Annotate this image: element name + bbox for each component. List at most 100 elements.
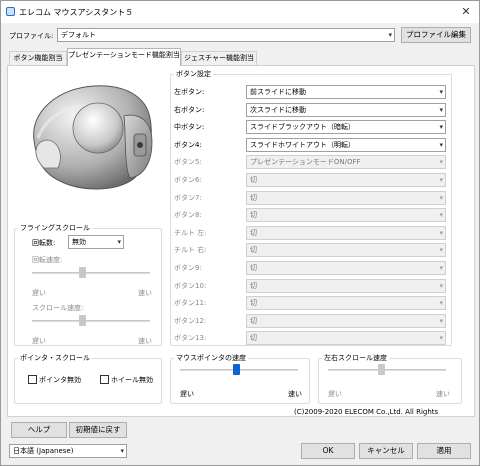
chevron-down-icon: ▾ [439, 158, 443, 167]
chevron-down-icon: ▾ [439, 88, 443, 96]
button-assignment-value: 切 [250, 228, 257, 237]
chevron-down-icon: ▾ [439, 228, 443, 237]
button-assignment-select: 切 ▾ [246, 278, 446, 293]
button-assignment-value: 切 [250, 193, 257, 202]
button-assignment-value: スライドホワイトアウト（明転） [250, 140, 355, 149]
app-icon [6, 7, 15, 16]
title-bar: エレコム マウスアシスタント５ ✕ [1, 1, 479, 23]
chevron-down-icon: ▾ [388, 31, 392, 39]
tab-presentation-mode[interactable]: プレゼンテーションモード機能割当 [67, 48, 181, 66]
chevron-down-icon: ▾ [439, 140, 443, 149]
button-assignment-select: 切 ▾ [246, 261, 446, 275]
rotation-speed-track [32, 272, 150, 274]
chevron-down-icon: ▾ [439, 176, 443, 184]
flying-scroll-title: フライングスクロール [18, 223, 92, 233]
horizontal-scroll-track [328, 369, 446, 371]
chevron-down-icon: ▾ [439, 211, 443, 220]
reset-defaults-button[interactable]: 初期値に戻す [69, 422, 127, 438]
cancel-button[interactable]: キャンセル [359, 443, 413, 459]
copyright-text: (C)2009-2020 ELECOM Co.,Ltd. All Rights [294, 408, 439, 416]
scroll-speed-thumb[interactable] [79, 315, 86, 326]
horizontal-scroll-title: 左右スクロール速度 [322, 353, 389, 363]
button-row-label: ボタン8: [174, 211, 202, 220]
button-row-label: ボタン4: [174, 140, 202, 149]
button-assignment-value: 切 [250, 334, 257, 343]
apply-button[interactable]: 適用 [417, 443, 471, 459]
tab-gesture-assignment[interactable]: ジェスチャー機能割当 [181, 51, 257, 66]
chevron-down-icon: ▾ [439, 299, 443, 308]
tab-button-assignment[interactable]: ボタン機能割当 [9, 51, 67, 66]
rotation-speed-thumb[interactable] [79, 267, 86, 278]
wheel-disable-label: ホイール無効 [111, 376, 153, 384]
profile-edit-button[interactable]: プロファイル編集 [401, 27, 471, 43]
pointer-disable-label: ポインタ無効 [39, 376, 81, 384]
button-assignment-select: 切 ▾ [246, 313, 446, 328]
chevron-down-icon: ▾ [117, 238, 121, 246]
rotation-fast-label: 速い [138, 289, 152, 297]
tab-panel: ボタン設定 左ボタン: 前スライドに移動 ▾ 右ボタン: 次スライドに移動 ▾ 中ボタン: ス… [7, 65, 475, 417]
button-assignment-select: 切 ▾ [246, 243, 446, 258]
button-assignment-select[interactable]: スライドホワイトアウト（明転） ▾ [246, 137, 446, 152]
button-assignment-value: 次スライドに移動 [250, 105, 306, 114]
main-window: エレコム マウスアシスタント５ ✕ プロファイル: デフォルト ▾ プロファイル… [0, 0, 480, 466]
button-row-label: ボタン13: [174, 334, 207, 343]
button-row-label: ボタン11: [174, 299, 207, 308]
help-button[interactable]: ヘルプ [11, 422, 67, 438]
button-assignment-value: 切 [250, 246, 257, 255]
close-button[interactable]: ✕ [459, 5, 473, 19]
profile-value: デフォルト [61, 31, 96, 39]
button-settings-title: ボタン設定 [174, 69, 213, 79]
language-value: 日本語 (Japanese) [13, 447, 74, 455]
button-assignment-value: 切 [250, 299, 257, 308]
scroll-speed-track [32, 320, 150, 322]
chevron-down-icon: ▾ [439, 246, 443, 255]
button-row-label: ボタン12: [174, 316, 207, 325]
scroll-speed-label: スクロール速度: [32, 304, 84, 312]
pointer-speed-title: マウスポインタの速度 [174, 353, 248, 363]
button-assignment-value: 切 [250, 176, 257, 184]
button-assignment-value: 切 [250, 316, 257, 325]
button-assignment-value: スライドブラックアウト（暗転） [250, 123, 355, 132]
chevron-down-icon: ▾ [439, 123, 443, 132]
button-row-label: ボタン6: [174, 176, 202, 184]
chevron-down-icon: ▾ [120, 447, 124, 455]
pointer-speed-thumb[interactable] [233, 364, 240, 375]
ok-button[interactable]: OK [301, 443, 355, 459]
rotation-value: 無効 [72, 238, 86, 246]
button-assignment-select: 切 ▾ [246, 208, 446, 223]
button-assignment-select[interactable]: スライドブラックアウト（暗転） ▾ [246, 120, 446, 135]
rotation-speed-label: 回転速度: [32, 256, 63, 264]
rotation-label: 回転数: [32, 239, 56, 247]
button-assignment-select: 切 ▾ [246, 173, 446, 187]
rotation-select[interactable]: 無効 ▾ [68, 235, 124, 249]
horizontal-slow-label: 遅い [328, 390, 342, 398]
button-row-label: チルト 右: [174, 246, 207, 255]
horizontal-fast-label: 速い [436, 390, 450, 398]
button-assignment-value: 切 [250, 264, 257, 272]
button-assignment-value: 前スライドに移動 [250, 88, 306, 96]
button-assignment-select: 切 ▾ [246, 296, 446, 311]
profile-select[interactable]: デフォルト ▾ [57, 28, 395, 42]
button-assignment-select[interactable]: 前スライドに移動 ▾ [246, 85, 446, 99]
window-title: エレコム マウスアシスタント５ [19, 8, 134, 17]
horizontal-scroll-thumb[interactable] [378, 364, 385, 375]
rotation-slow-label: 遅い [32, 289, 46, 297]
scroll-fast-label: 速い [138, 337, 152, 345]
language-select[interactable]: 日本語 (Japanese) ▾ [9, 444, 127, 458]
chevron-down-icon: ▾ [439, 334, 443, 343]
mouse-illustration [33, 85, 153, 190]
button-row-label: 右ボタン: [174, 105, 205, 114]
button-assignment-select: 切 ▾ [246, 190, 446, 205]
pointer-disable-checkbox[interactable] [28, 375, 37, 384]
pointer-slow-label: 遅い [180, 390, 194, 398]
pointer-scroll-title: ポインタ・スクロール [18, 353, 92, 363]
button-assignment-select: 切 ▾ [246, 331, 446, 346]
button-assignment-select: プレゼンテーションモードON/OFF ▾ [246, 155, 446, 170]
button-assignment-value: プレゼンテーションモードON/OFF [250, 158, 361, 167]
wheel-disable-checkbox[interactable] [100, 375, 109, 384]
chevron-down-icon: ▾ [439, 281, 443, 290]
button-assignment-select: 切 ▾ [246, 225, 446, 240]
button-row-label: ボタン7: [174, 193, 202, 202]
pointer-fast-label: 速い [288, 390, 302, 398]
button-assignment-select[interactable]: 次スライドに移動 ▾ [246, 102, 446, 117]
